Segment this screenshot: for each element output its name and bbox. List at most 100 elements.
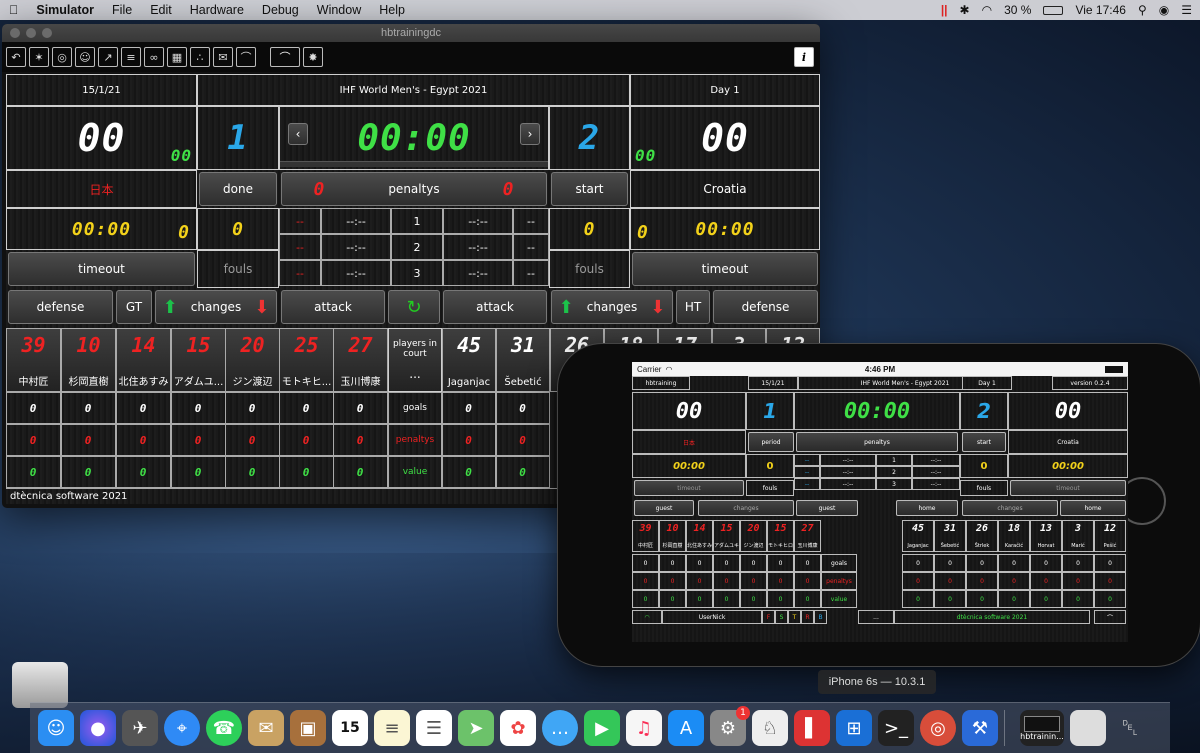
player-card[interactable]: 14 北住あすみ [116,328,171,392]
phone-stat[interactable]: 0 [1094,554,1126,572]
stat-goals-home[interactable]: 0 [61,392,116,424]
away-attack-button[interactable]: attack [443,290,547,324]
battery-percent[interactable]: 30 % [1004,3,1031,17]
phone-stat[interactable]: 0 [1062,554,1094,572]
phone-home-count[interactable]: 0 [746,454,794,478]
menu-file[interactable]: File [103,3,141,17]
finder-icon[interactable]: ☺ [38,710,74,746]
menu-debug[interactable]: Debug [253,3,308,17]
dog-app-icon[interactable]: ♘ [752,710,788,746]
away-score-box[interactable]: 00 00 [630,106,820,170]
phone-player-card[interactable]: 15 モトキヒロ [767,520,794,552]
phone-player-card[interactable]: 18 Karačić [998,520,1030,552]
player-card[interactable]: 27 玉川博康 [333,328,388,392]
stat-value-home[interactable]: 0 [6,456,61,488]
parallels-icon[interactable]: || [941,3,948,17]
home-attack-button[interactable]: attack [281,290,385,324]
player-card[interactable]: 45 Jaganjac [442,328,496,392]
player-icon[interactable]: ☺ [75,47,95,67]
stat-penaltys-home[interactable]: 0 [225,424,280,456]
stat-goals-home[interactable]: 0 [279,392,334,424]
phone-player-card[interactable]: 3 Marić [1062,520,1094,552]
phone-stat[interactable]: 0 [966,554,998,572]
stat-penaltys-home[interactable]: 0 [6,424,61,456]
player-card[interactable]: 15 アダムユ... [171,328,226,392]
whatsapp-icon[interactable]: ☎ [206,710,242,746]
info-icon[interactable]: i [794,47,814,67]
away-team-name[interactable]: Croatia [630,170,820,208]
stat-goals-home[interactable]: 0 [333,392,388,424]
phone-player-card[interactable]: 10 杉岡直樹 [659,520,686,552]
away-timer-box[interactable]: 0 00:00 [630,208,820,250]
phone-stat[interactable]: 0 [1030,554,1062,572]
stat-value-away[interactable]: 0 [496,456,550,488]
stat-goals-home[interactable]: 0 [6,392,61,424]
phone-player-card[interactable]: 20 ジン渡辺 [740,520,767,552]
zoom-button[interactable] [42,28,52,38]
penaltys-button[interactable]: 0 penaltys 0 [281,172,547,206]
phone-stat[interactable]: 0 [686,554,713,572]
contacts-icon[interactable]: ▣ [290,710,326,746]
home-team-name[interactable]: 日本 [6,170,197,208]
phone-stat[interactable]: 0 [659,590,686,608]
parallels-icon[interactable]: ▌ [794,710,830,746]
windows-icon[interactable]: ⊞ [836,710,872,746]
phone-player-card[interactable]: 45 Jaganjac [902,520,934,552]
shoe-icon[interactable]: ⌒ [236,47,256,67]
phone-stat[interactable]: 0 [1094,590,1126,608]
phone-stat[interactable]: 0 [902,572,934,590]
phone-letter[interactable]: R [801,610,814,624]
phone-stat[interactable]: 0 [632,590,659,608]
stat-value-home[interactable]: 0 [61,456,116,488]
wifi-icon[interactable]: ◠ [982,3,992,17]
phone-guest-button-2[interactable]: guest [796,500,858,516]
mail-icon[interactable]: ✉ [248,710,284,746]
phone-letter[interactable]: T [788,610,801,624]
phone-stat[interactable]: 0 [902,554,934,572]
phone-away-fouls[interactable]: fouls [960,480,1008,496]
away-ht-button[interactable]: HT [676,290,710,324]
stat-penaltys-home[interactable]: 0 [171,424,226,456]
reminders-icon[interactable]: ☰ [416,710,452,746]
phone-stat[interactable]: 0 [713,554,740,572]
phone-player-card[interactable]: 14 北住あすみ [686,520,713,552]
facetime-icon[interactable]: ▶ [584,710,620,746]
phone-stat[interactable]: 0 [632,554,659,572]
phone-away-number[interactable]: 2 [960,392,1008,430]
stat-penaltys-away[interactable]: 0 [442,424,496,456]
home-score-box[interactable]: 00 00 [6,106,197,170]
phone-player-card[interactable]: 39 中村匠 [632,520,659,552]
app-store-icon[interactable]: A [668,710,704,746]
home-timeout-button[interactable]: timeout [8,252,195,286]
phone-home-number[interactable]: 1 [746,392,794,430]
stat-value-home[interactable]: 0 [333,456,388,488]
phone-home-changes[interactable]: changes [698,500,794,516]
phone-stat[interactable]: 0 [1062,572,1094,590]
maps-icon[interactable]: ➤ [458,710,494,746]
whistle-icon[interactable]: ⌒ [270,47,300,67]
stat-value-away[interactable]: 0 [442,456,496,488]
stat-penaltys-away[interactable]: 0 [496,424,550,456]
phone-away-score[interactable]: 00 [1008,392,1128,430]
chart-icon[interactable]: ↗ [98,47,118,67]
phone-stat[interactable]: 0 [998,590,1030,608]
notes-icon[interactable]: ≡ [374,710,410,746]
safari-icon[interactable]: ⌖ [164,710,200,746]
calendar-icon[interactable]: 15 [332,710,368,746]
phone-stat[interactable]: 0 [794,572,821,590]
terminal-icon[interactable]: >_ [878,710,914,746]
stat-goals-home[interactable]: 0 [171,392,226,424]
away-fouls-box[interactable]: 0 [549,208,630,250]
xcode-icon[interactable]: ⚒ [962,710,998,746]
battery-icon[interactable] [1043,5,1064,15]
stat-value-home[interactable]: 0 [279,456,334,488]
phone-stat[interactable]: 0 [686,590,713,608]
phone-stat[interactable]: 0 [767,554,794,572]
phone-guest-button[interactable]: guest [634,500,694,516]
phone-away-changes[interactable]: changes [962,500,1058,516]
user-icon[interactable]: ◉ [1159,3,1169,17]
phone-stat[interactable]: 0 [966,572,998,590]
phone-home-button[interactable]: home [896,500,958,516]
search-icon[interactable]: ⚲ [1138,3,1147,17]
apple-menu-icon[interactable]:  [0,3,27,17]
